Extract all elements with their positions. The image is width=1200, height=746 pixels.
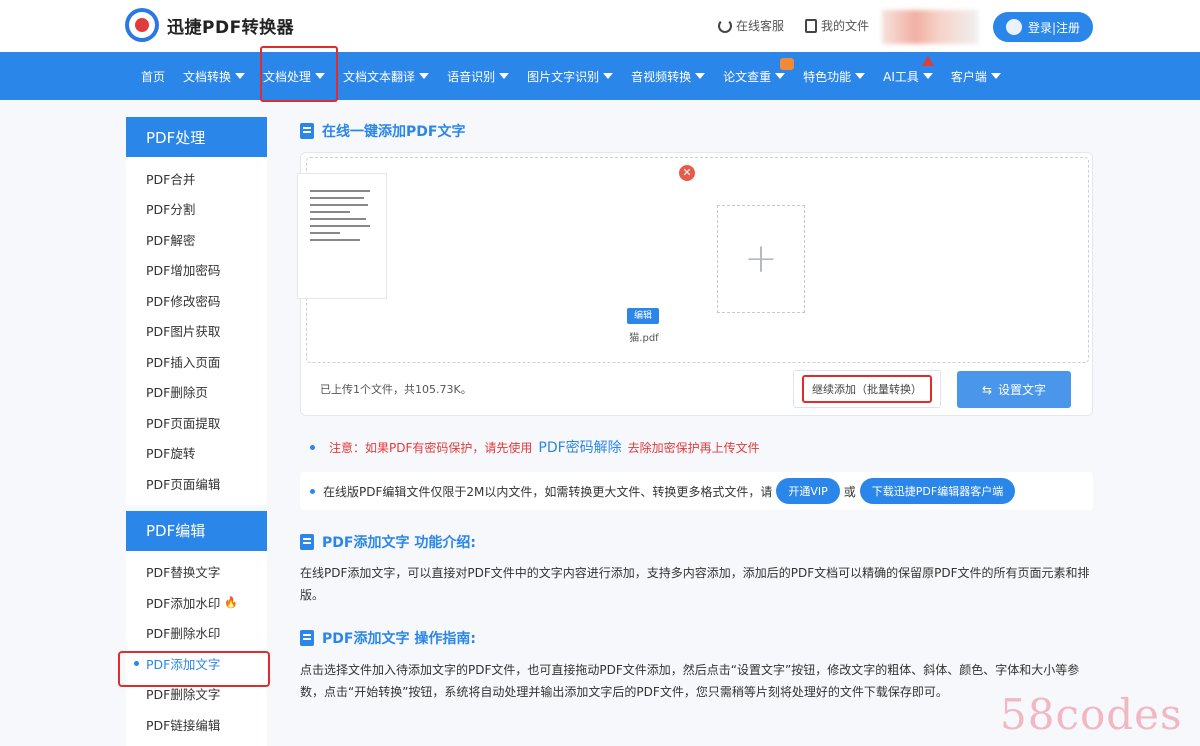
nav-doc-convert[interactable]: 文档转换 [174,68,254,85]
guide-icon [300,630,314,646]
guide-text: 点击选择文件加入待添加文字的PDF文件，也可直接拖动PDF文件添加，然后点击“设… [300,663,1080,699]
sidebar-item-image-extract[interactable]: PDF图片获取 [126,316,267,347]
login-button[interactable]: 登录|注册 [993,12,1093,42]
sidebar-group-list: PDF替换文字 PDF添加水印 🔥 PDF删除水印 PDF添加文字 PDF删除文字… [126,550,267,746]
nav-ai-tools[interactable]: AI工具 [874,55,942,85]
file-name: 猫.pdf [629,333,659,344]
nav-highlight-box [260,46,338,102]
my-files-link[interactable]: 我的文件 [805,17,869,34]
chevron-down-icon [603,73,614,79]
download-client-button[interactable]: 下载迅捷PDF编辑器客户端 [859,478,1016,504]
file-thumbnail[interactable] [297,173,387,299]
nav-doc-translate[interactable]: 文档文本翻译 [334,68,438,85]
file-icon [805,18,817,33]
logo-text: 迅捷PDF转换器 [167,17,295,38]
nav-av-convert[interactable]: 音视频转换 [622,68,714,85]
chevron-down-icon [235,73,246,79]
nav-features[interactable]: 特色功能 [794,68,874,85]
nav-home[interactable]: 首页 [132,68,174,85]
watermark: 58codes [1000,690,1183,739]
intro-text: 在线PDF添加文字，可以直接对PDF文件中的文字内容进行添加，支持多内容添加，添… [300,566,1090,602]
hot-badge-icon [780,57,795,70]
page-title: 在线一键添加PDF文字 [300,121,465,141]
logo-icon [125,8,159,42]
sidebar-group-title: PDF编辑 [126,510,267,551]
sidebar-item-remove-watermark[interactable]: PDF删除水印 [126,618,267,649]
set-text-button[interactable]: ⇆ 设置文字 [957,371,1071,408]
drop-zone[interactable] [306,157,1089,363]
settings-icon: ⇆ [981,382,993,397]
document-icon [300,123,314,139]
top-header: 迅捷PDF转换器 在线客服 我的文件 登录|注册 [0,0,1200,52]
continue-add-button[interactable]: 继续添加（批量转换） [793,370,941,408]
sidebar-item-rotate[interactable]: PDF旋转 [126,438,267,469]
bullet-icon [310,488,315,494]
sidebar-group-list: PDF合并 PDF分割 PDF解密 PDF增加密码 PDF修改密码 PDF图片获… [126,157,267,505]
bullet-icon [310,444,315,450]
sidebar-item-merge[interactable]: PDF合并 [126,163,267,194]
add-file-button[interactable]: + [717,205,805,313]
chevron-down-icon [499,73,510,79]
sidebar-item-delete-page[interactable]: PDF删除页 [126,377,267,408]
nav-ocr[interactable]: 图片文字识别 [518,68,622,85]
upload-info: 已上传1个文件，共105.73K。 [320,383,472,396]
sidebar-group-title: PDF处理 [126,117,267,157]
sidebar-highlight-box [118,651,270,687]
sidebar-item-split[interactable]: PDF分割 [126,194,267,225]
chevron-down-icon [419,73,430,79]
pdf-unlock-link[interactable]: PDF密码解除 [538,437,621,457]
chevron-down-icon [922,73,933,79]
fire-icon: 🔥 [224,595,239,609]
chevron-down-icon [990,73,1001,79]
intro-title: PDF添加文字 功能介绍: [300,532,476,552]
sidebar-item-insert-page[interactable]: PDF插入页面 [126,346,267,377]
info-icon [300,534,314,550]
logo[interactable]: 迅捷PDF转换器 [125,8,294,42]
nav-speech[interactable]: 语音识别 [438,68,518,85]
sidebar-item-link-edit[interactable]: PDF链接编辑 [126,709,267,740]
password-notice: 注意：如果PDF有密码保护，请先使用 PDF密码解除 去除加密保护再上传文件 [310,437,760,457]
sidebar-item-page-edit[interactable]: PDF页面编辑 [126,468,267,499]
chevron-down-icon [695,73,706,79]
main-nav: 首页 文档转换 文档处理 文档文本翻译 语音识别 图片文字识别 音视频转换 论文… [0,52,1200,100]
chevron-down-icon [775,73,786,79]
sidebar-item-change-password[interactable]: PDF修改密码 [126,285,267,316]
new-badge-icon [921,55,934,66]
sidebar-item-add-password[interactable]: PDF增加密码 [126,255,267,286]
online-service-link[interactable]: 在线客服 [718,17,784,34]
open-vip-button[interactable]: 开通VIP [776,478,840,504]
size-limit-row: 在线版PDF编辑文件仅限于2M以内文件，如需转换更大文件、转换更多格式文件，请 … [300,472,1093,510]
nav-client[interactable]: 客户端 [942,68,1010,85]
remove-file-icon[interactable]: ✕ [679,165,695,181]
guide-title: PDF添加文字 操作指南: [300,628,476,648]
sidebar-item-replace-text[interactable]: PDF替换文字 [126,557,267,588]
headset-icon [718,18,732,33]
sidebar-item-decrypt[interactable]: PDF解密 [126,224,267,255]
user-icon [1005,19,1022,35]
edit-file-button[interactable]: 编辑 [627,308,659,324]
sidebar-item-page-extract[interactable]: PDF页面提取 [126,407,267,438]
sidebar-item-add-watermark[interactable]: PDF添加水印 🔥 [126,587,267,618]
blurred-banner [882,10,978,44]
chevron-down-icon [855,73,866,79]
nav-paper-check[interactable]: 论文查重 [714,57,795,85]
